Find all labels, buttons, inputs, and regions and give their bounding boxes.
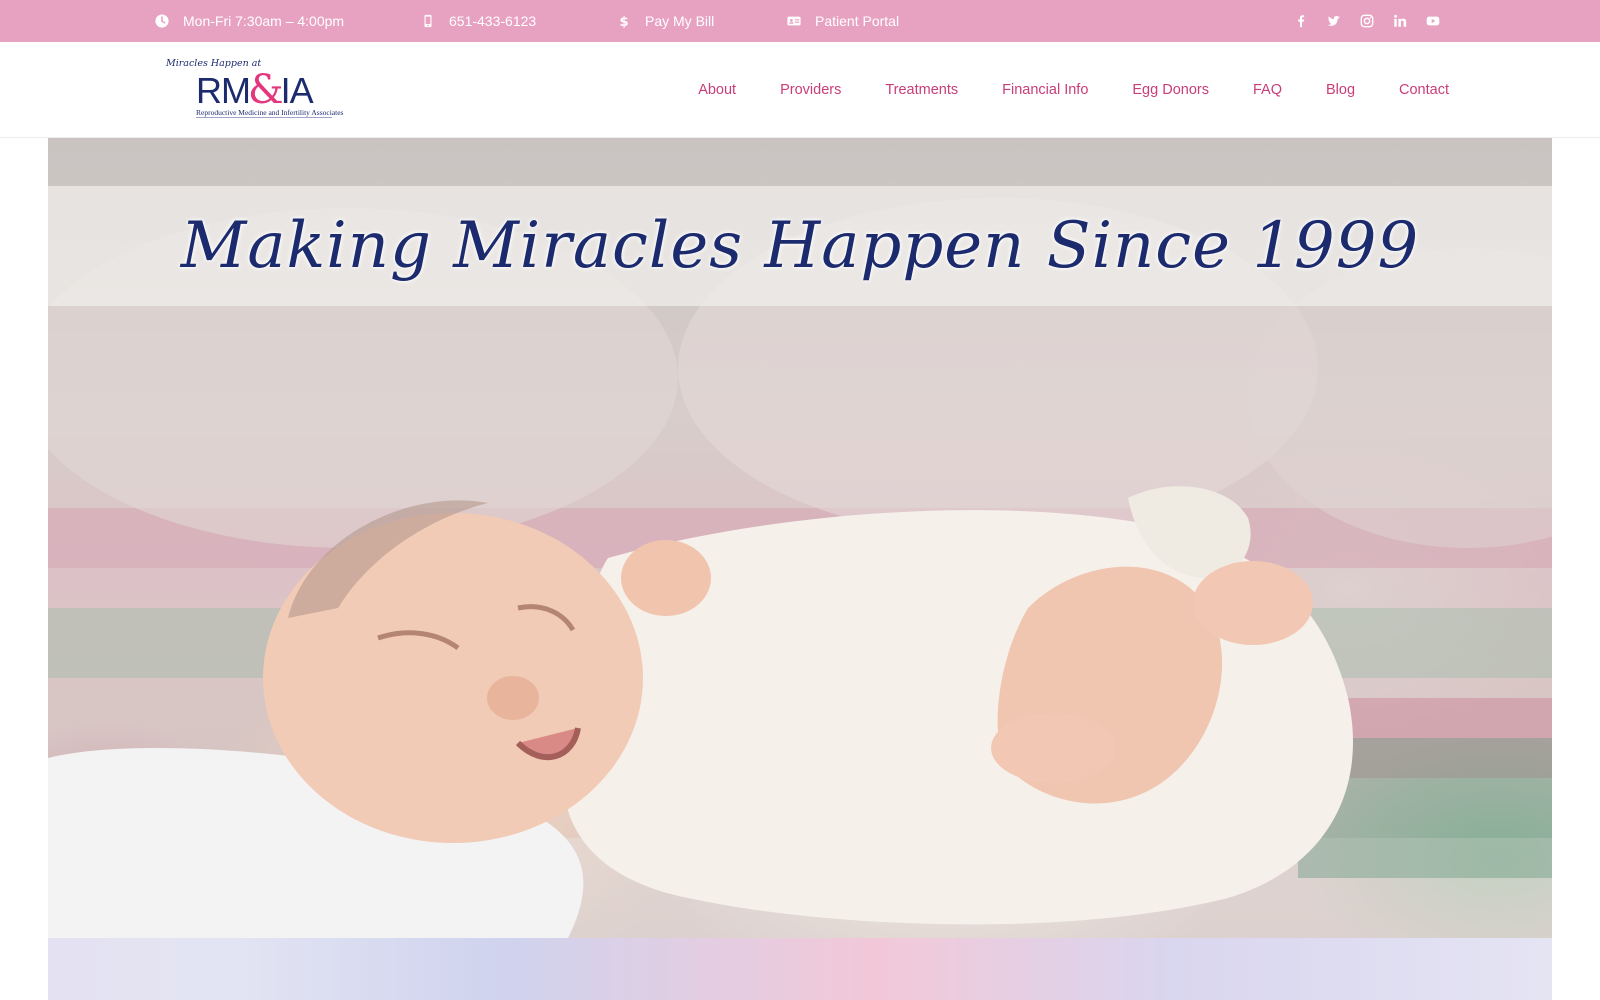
pay-bill-link[interactable]: $ Pay My Bill xyxy=(617,0,714,42)
nav-egg-donors[interactable]: Egg Donors xyxy=(1132,82,1209,98)
hero-section: Making Miracles Happen Since 1999 xyxy=(48,138,1552,938)
office-hours: Mon-Fri 7:30am – 4:00pm xyxy=(155,0,344,42)
pay-bill-label[interactable]: Pay My Bill xyxy=(645,13,714,29)
site-logo[interactable]: Miracles Happen at RM&IA Reproductive Me… xyxy=(164,58,343,120)
clock-icon xyxy=(155,14,169,28)
facebook-icon[interactable] xyxy=(1294,14,1308,28)
dollar-icon: $ xyxy=(619,15,628,28)
logo-divider xyxy=(196,117,332,118)
nav-providers[interactable]: Providers xyxy=(780,82,841,98)
svg-text:$: $ xyxy=(619,15,628,28)
office-hours-text: Mon-Fri 7:30am – 4:00pm xyxy=(183,13,345,29)
nav-blog[interactable]: Blog xyxy=(1326,82,1355,98)
instagram-icon[interactable] xyxy=(1360,14,1374,28)
nav-faq[interactable]: FAQ xyxy=(1253,82,1282,98)
id-card-icon xyxy=(787,16,801,26)
youtube-icon[interactable] xyxy=(1426,14,1440,28)
patient-portal-link[interactable]: Patient Portal xyxy=(787,0,899,42)
nav-treatments[interactable]: Treatments xyxy=(885,82,958,98)
mobile-phone-icon xyxy=(424,14,432,28)
hero-title: Making Miracles Happen Since 1999 xyxy=(180,209,1420,283)
nav-financial-info[interactable]: Financial Info xyxy=(1002,82,1088,98)
phone-number[interactable]: 651-433-6123 xyxy=(449,13,536,29)
main-nav: About Providers Treatments Financial Inf… xyxy=(698,42,1449,137)
nav-contact[interactable]: Contact xyxy=(1399,82,1449,98)
logo-wordmark: RM&IA xyxy=(196,67,314,113)
top-bar: Mon-Fri 7:30am – 4:00pm 651-433-6123 $ P… xyxy=(0,0,1600,42)
logo-ampersand: & xyxy=(248,67,284,113)
social-links xyxy=(1294,0,1440,42)
twitter-icon[interactable] xyxy=(1327,14,1341,28)
patient-portal-label[interactable]: Patient Portal xyxy=(815,13,899,29)
logo-rm: RM xyxy=(196,70,251,111)
nav-about[interactable]: About xyxy=(698,82,736,98)
logo-subtitle: Reproductive Medicine and Infertility As… xyxy=(196,108,344,117)
section-divider-band xyxy=(48,938,1552,1000)
phone-link[interactable]: 651-433-6123 xyxy=(421,0,536,42)
logo-ia: IA xyxy=(280,70,314,111)
linkedin-icon[interactable] xyxy=(1393,14,1407,28)
site-header: Miracles Happen at RM&IA Reproductive Me… xyxy=(0,42,1600,138)
